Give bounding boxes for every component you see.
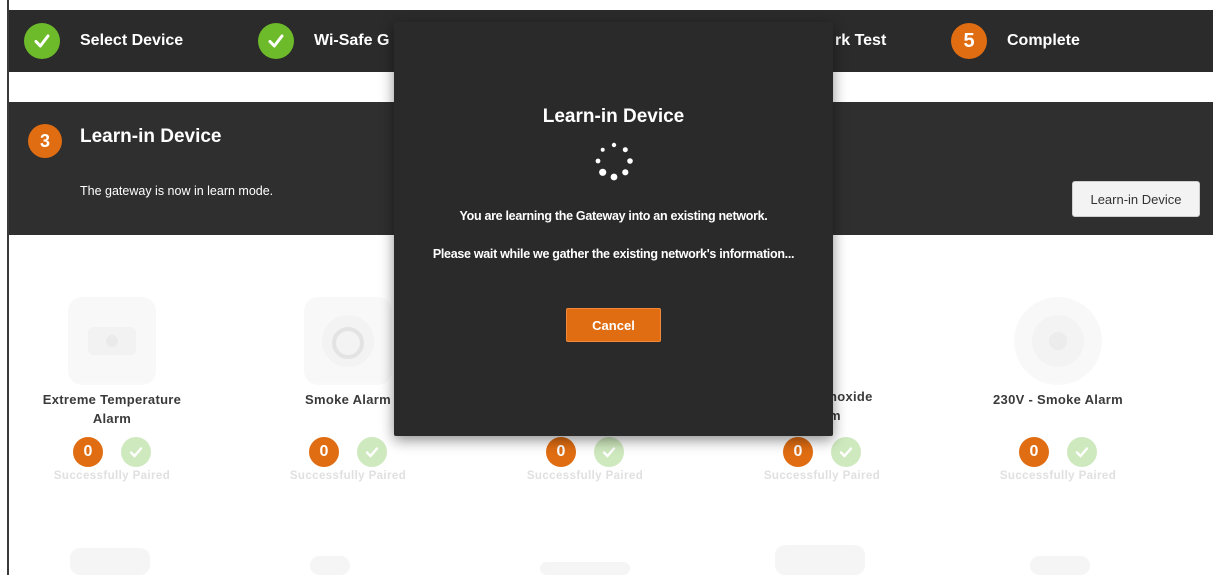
paired-status-text: Successfully Paired xyxy=(289,470,407,482)
device-name: 230V - Smoke Alarm xyxy=(993,392,1123,407)
modal-message: You are learning the Gateway into an exi… xyxy=(459,209,768,223)
step-label: rk Test xyxy=(835,32,887,49)
paired-status-text: Successfully Paired xyxy=(763,470,881,482)
device-status-row: 0 xyxy=(973,437,1143,467)
device-status-row: 0 xyxy=(27,437,197,467)
step-label: Wi-Safe G xyxy=(314,32,390,49)
device-name: Extreme Temperature Alarm xyxy=(42,392,182,426)
window-left-border xyxy=(7,0,9,575)
check-icon xyxy=(24,23,60,59)
panel-title: Learn-in Device xyxy=(80,126,222,147)
step-wi-safe-gateway[interactable]: Wi-Safe G xyxy=(258,10,389,72)
modal-message: Please wait while we gather the existing… xyxy=(432,247,795,261)
device-image-placeholder xyxy=(540,562,630,575)
smoke-alarm-icon xyxy=(304,297,392,385)
smoke-alarm-icon xyxy=(1014,297,1102,385)
step-number-badge: 3 xyxy=(28,124,62,158)
check-icon xyxy=(121,437,151,467)
step-network-test[interactable]: rk Test xyxy=(835,10,886,72)
panel-description: The gateway is now in learn mode. xyxy=(80,184,274,198)
device-count-badge: 0 xyxy=(73,437,103,467)
paired-status-text: Successfully Paired xyxy=(53,470,171,482)
device-count-badge: 0 xyxy=(783,437,813,467)
modal-title: Learn-in Device xyxy=(542,106,685,127)
check-icon xyxy=(357,437,387,467)
cancel-button[interactable]: Cancel xyxy=(566,308,661,342)
device-card-230v-smoke-alarm[interactable]: 230V - Smoke Alarm xyxy=(973,297,1143,409)
learn-in-device-button[interactable]: Learn-in Device xyxy=(1072,181,1200,217)
paired-status-text: Successfully Paired xyxy=(999,470,1117,482)
device-card-extreme-temperature[interactable]: Extreme Temperature Alarm xyxy=(27,297,197,428)
paired-status-text: Successfully Paired xyxy=(526,470,644,482)
device-status-row: 0 xyxy=(500,437,670,467)
step-complete[interactable]: 5 Complete xyxy=(951,10,1080,72)
device-image-placeholder xyxy=(70,548,150,575)
device-image-placeholder xyxy=(310,556,350,575)
step-label: Select Device xyxy=(80,32,184,49)
check-icon xyxy=(258,23,294,59)
device-status-row: 0 xyxy=(263,437,433,467)
learn-in-modal: Learn-in Device You are learning the Gat… xyxy=(394,22,833,436)
step-number-badge: 5 xyxy=(951,23,987,59)
check-icon xyxy=(831,437,861,467)
page-top-strip xyxy=(0,0,1222,10)
device-image-placeholder xyxy=(1030,556,1090,575)
device-count-badge: 0 xyxy=(1019,437,1049,467)
device-count-badge: 0 xyxy=(546,437,576,467)
step-label: Complete xyxy=(1007,32,1080,49)
device-status-row: 0 xyxy=(737,437,907,467)
check-icon xyxy=(1067,437,1097,467)
temperature-alarm-icon xyxy=(68,297,156,385)
device-image-placeholder xyxy=(775,545,865,575)
loading-spinner-icon xyxy=(595,142,633,181)
device-count-badge: 0 xyxy=(309,437,339,467)
step-select-device[interactable]: Select Device xyxy=(24,10,183,72)
check-icon xyxy=(594,437,624,467)
